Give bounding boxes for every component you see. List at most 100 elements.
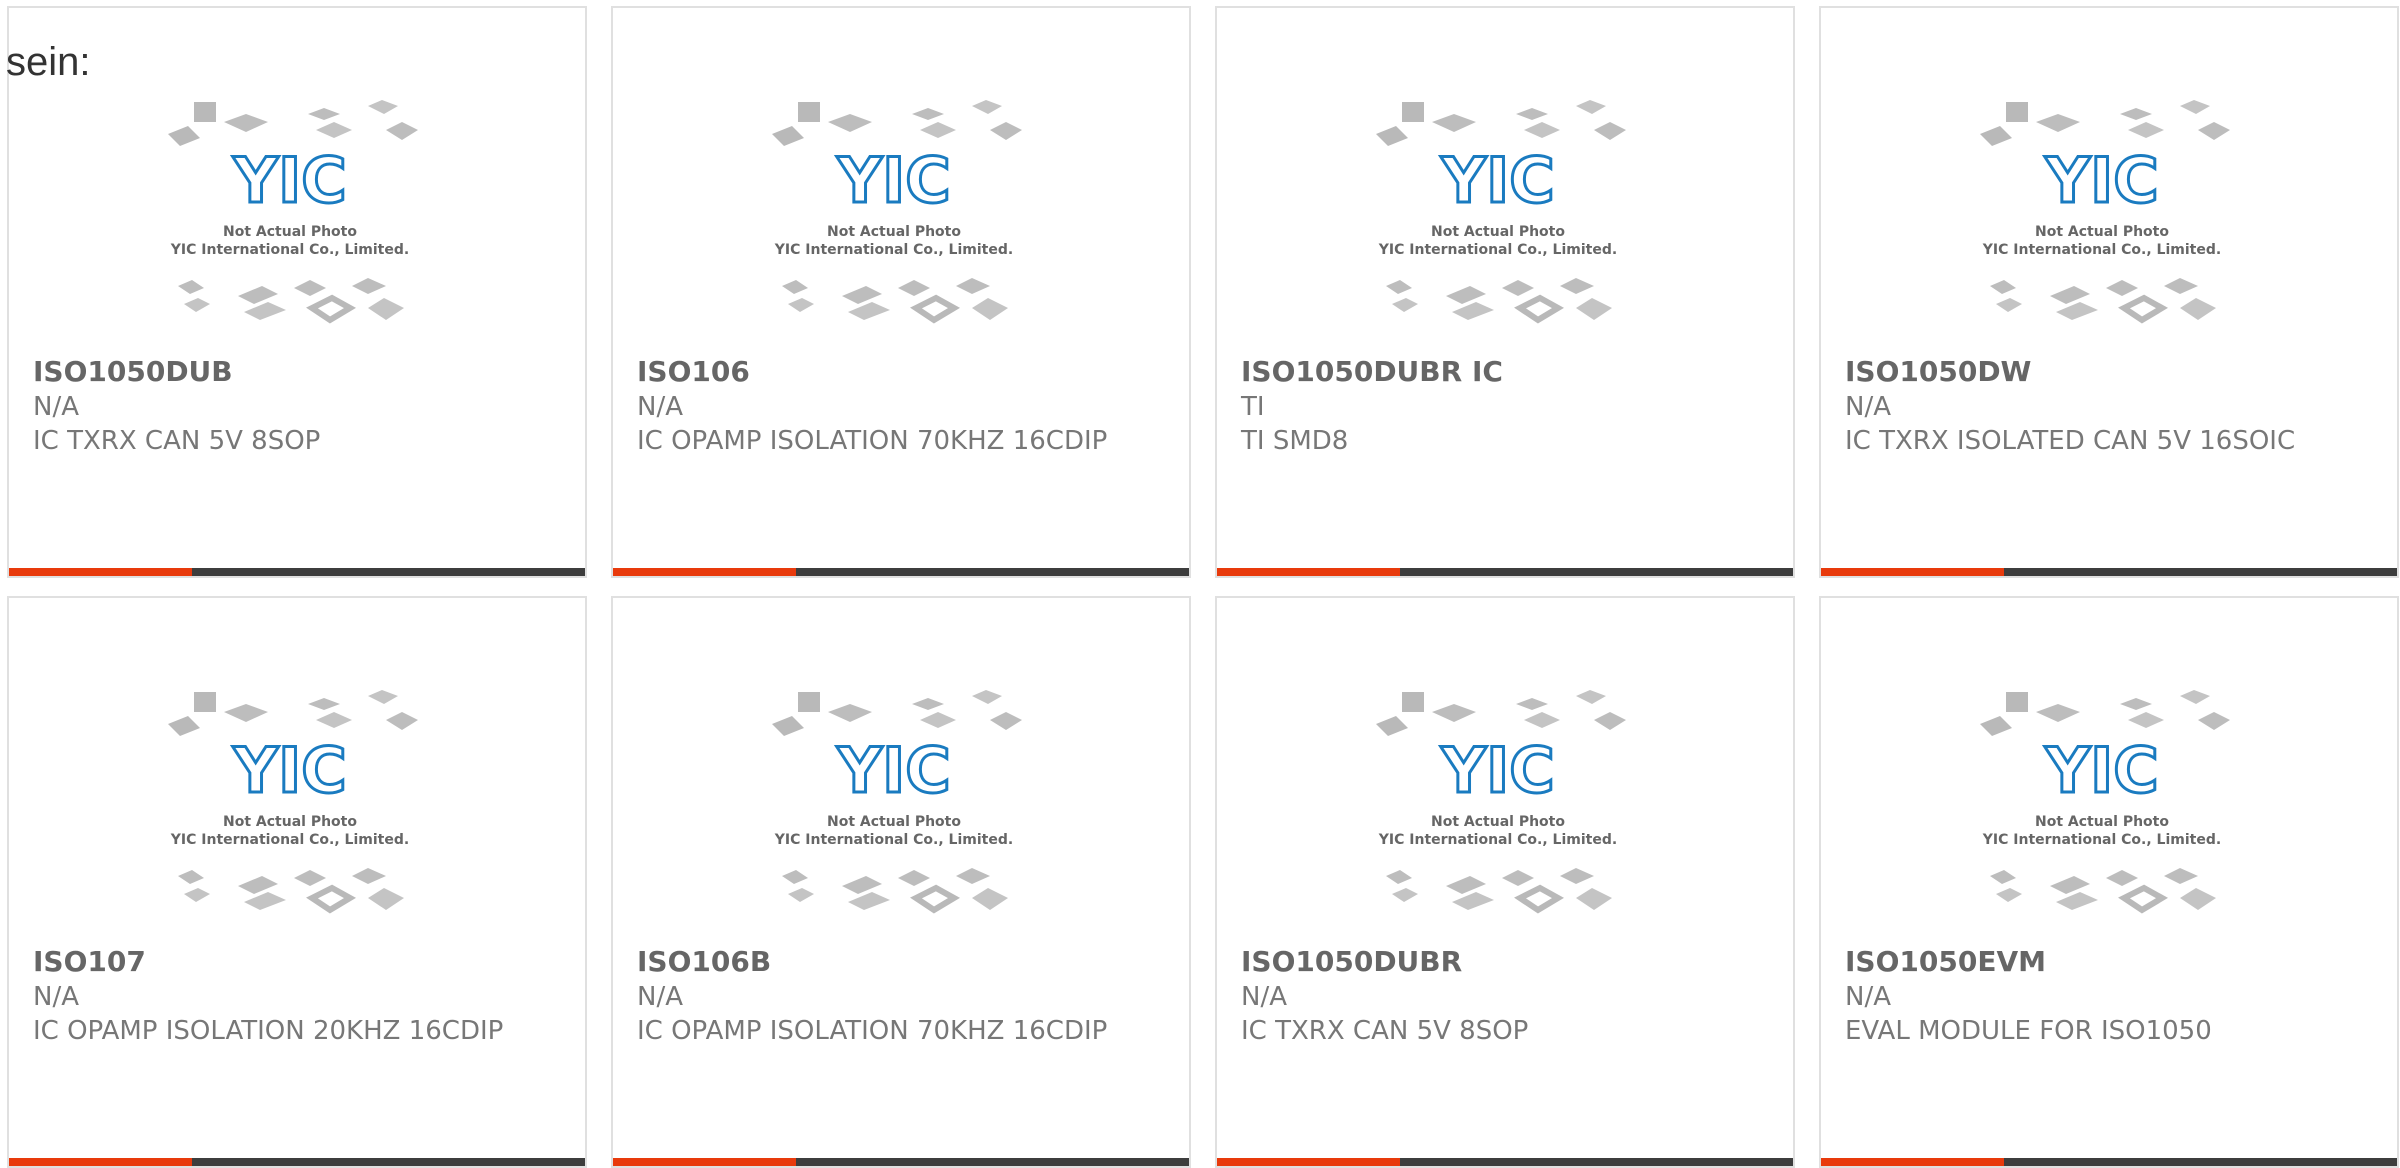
chips-illustration [1376, 100, 1626, 146]
placeholder-caption-1: Not Actual Photo [223, 224, 357, 240]
product-info: ISO106 N/A IC OPAMP ISOLATION 70KHZ 16CD… [637, 354, 1157, 458]
card-footer-bar [1821, 568, 2397, 576]
product-photo-placeholder: YIC Not Actual Photo YIC International C… [1376, 690, 1626, 914]
placeholder-caption-2: YIC International Co., Limited. [774, 832, 1013, 848]
card-footer-bar [9, 1158, 585, 1166]
part-number: ISO106 [637, 355, 750, 388]
product-photo-placeholder: YIC Not Actual Photo YIC International C… [772, 100, 1022, 324]
description: EVAL MODULE FOR ISO1050 [1845, 1016, 2212, 1046]
chips-illustration [1990, 278, 2216, 324]
card-accent [9, 1158, 192, 1166]
logo-icon: YIC [2044, 144, 2158, 217]
manufacturer: N/A [1845, 982, 1891, 1012]
product-card[interactable]: YIC Not Actual Photo YIC International C… [7, 6, 587, 578]
placeholder-caption-2: YIC International Co., Limited. [1378, 242, 1617, 258]
description: IC OPAMP ISOLATION 70KHZ 16CDIP [637, 426, 1108, 456]
part-number: ISO1050DUB [33, 355, 233, 388]
product-photo-placeholder: YIC Not Actual Photo YIC International C… [1376, 100, 1626, 324]
product-card[interactable]: YIC Not Actual Photo YIC International C… [7, 596, 587, 1168]
placeholder-caption-2: YIC International Co., Limited. [1378, 832, 1617, 848]
chips-illustration [1386, 278, 1612, 324]
card-footer-bar [1217, 1158, 1793, 1166]
chips-illustration [178, 868, 404, 914]
card-footer-bar [1821, 1158, 2397, 1166]
chips-illustration [1990, 868, 2216, 914]
card-accent [1821, 568, 2004, 576]
product-info: ISO1050DUBR IC TI TI SMD8 [1241, 354, 1761, 458]
chips-illustration [178, 278, 404, 324]
part-number: ISO107 [33, 945, 146, 978]
card-accent [1821, 1158, 2004, 1166]
placeholder-caption-1: Not Actual Photo [1431, 224, 1565, 240]
product-info: ISO1050EVM N/A EVAL MODULE FOR ISO1050 [1845, 944, 2365, 1048]
placeholder-caption-1: Not Actual Photo [827, 814, 961, 830]
card-accent [9, 568, 192, 576]
product-photo-placeholder: YIC Not Actual Photo YIC International C… [168, 690, 418, 914]
description: TI SMD8 [1241, 426, 1349, 456]
chips-illustration [168, 690, 418, 736]
chips-illustration [1386, 868, 1612, 914]
logo-icon: YIC [232, 734, 346, 807]
chips-illustration [1980, 100, 2230, 146]
manufacturer: N/A [637, 982, 683, 1012]
chips-illustration [772, 100, 1022, 146]
card-footer-bar [613, 568, 1189, 576]
part-number: ISO1050EVM [1845, 945, 2046, 978]
description: IC TXRX ISOLATED CAN 5V 16SOIC [1845, 426, 2296, 456]
card-accent [613, 568, 796, 576]
placeholder-caption-2: YIC International Co., Limited. [170, 242, 409, 258]
logo-icon: YIC [1440, 144, 1554, 217]
placeholder-caption-1: Not Actual Photo [1431, 814, 1565, 830]
description: IC TXRX CAN 5V 8SOP [33, 426, 321, 456]
card-accent [1217, 568, 1400, 576]
product-card[interactable]: YIC Not Actual Photo YIC International C… [1819, 6, 2399, 578]
card-footer-bar [9, 568, 585, 576]
manufacturer: N/A [1845, 392, 1891, 422]
manufacturer: N/A [33, 392, 79, 422]
placeholder-caption-2: YIC International Co., Limited. [170, 832, 409, 848]
product-photo-placeholder: YIC Not Actual Photo YIC International C… [1980, 690, 2230, 914]
description: IC TXRX CAN 5V 8SOP [1241, 1016, 1529, 1046]
product-info: ISO107 N/A IC OPAMP ISOLATION 20KHZ 16CD… [33, 944, 553, 1048]
placeholder-caption-2: YIC International Co., Limited. [1982, 242, 2221, 258]
manufacturer: N/A [33, 982, 79, 1012]
logo-icon: YIC [836, 144, 950, 217]
part-number: ISO106B [637, 945, 772, 978]
chips-illustration [168, 100, 418, 146]
card-footer-bar [613, 1158, 1189, 1166]
product-card[interactable]: YIC Not Actual Photo YIC International C… [611, 6, 1191, 578]
chips-illustration [1980, 690, 2230, 736]
chips-illustration [782, 868, 1008, 914]
logo-icon: YIC [1440, 734, 1554, 807]
product-photo-placeholder: YIC Not Actual Photo YIC International C… [772, 690, 1022, 914]
chips-illustration [1376, 690, 1626, 736]
chips-illustration [782, 278, 1008, 324]
card-accent [1217, 1158, 1400, 1166]
card-accent [613, 1158, 796, 1166]
product-photo-placeholder: YIC Not Actual Photo YIC International C… [1980, 100, 2230, 324]
product-card[interactable]: YIC Not Actual Photo YIC International C… [1215, 6, 1795, 578]
placeholder-caption-1: Not Actual Photo [2035, 814, 2169, 830]
chips-illustration [772, 690, 1022, 736]
product-card[interactable]: YIC Not Actual Photo YIC International C… [1819, 596, 2399, 1168]
product-info: ISO1050DUB N/A IC TXRX CAN 5V 8SOP [33, 354, 553, 458]
logo-icon: YIC [836, 734, 950, 807]
description: IC OPAMP ISOLATION 20KHZ 16CDIP [33, 1016, 504, 1046]
product-info: ISO106B N/A IC OPAMP ISOLATION 70KHZ 16C… [637, 944, 1157, 1048]
manufacturer: N/A [1241, 982, 1287, 1012]
product-info: ISO1050DUBR N/A IC TXRX CAN 5V 8SOP [1241, 944, 1761, 1048]
placeholder-caption-1: Not Actual Photo [827, 224, 961, 240]
product-grid: YIC Not Actual Photo YIC International C… [0, 0, 2400, 1168]
part-number: ISO1050DUBR [1241, 945, 1463, 978]
manufacturer: N/A [637, 392, 683, 422]
part-number: ISO1050DUBR IC [1241, 355, 1503, 388]
product-card[interactable]: YIC Not Actual Photo YIC International C… [1215, 596, 1795, 1168]
product-card[interactable]: YIC Not Actual Photo YIC International C… [611, 596, 1191, 1168]
part-number: ISO1050DW [1845, 355, 2032, 388]
product-info: ISO1050DW N/A IC TXRX ISOLATED CAN 5V 16… [1845, 354, 2365, 458]
placeholder-caption-1: Not Actual Photo [2035, 224, 2169, 240]
placeholder-caption-2: YIC International Co., Limited. [1982, 832, 2221, 848]
description: IC OPAMP ISOLATION 70KHZ 16CDIP [637, 1016, 1108, 1046]
intro-text: sein: [6, 40, 91, 84]
placeholder-caption-2: YIC International Co., Limited. [774, 242, 1013, 258]
